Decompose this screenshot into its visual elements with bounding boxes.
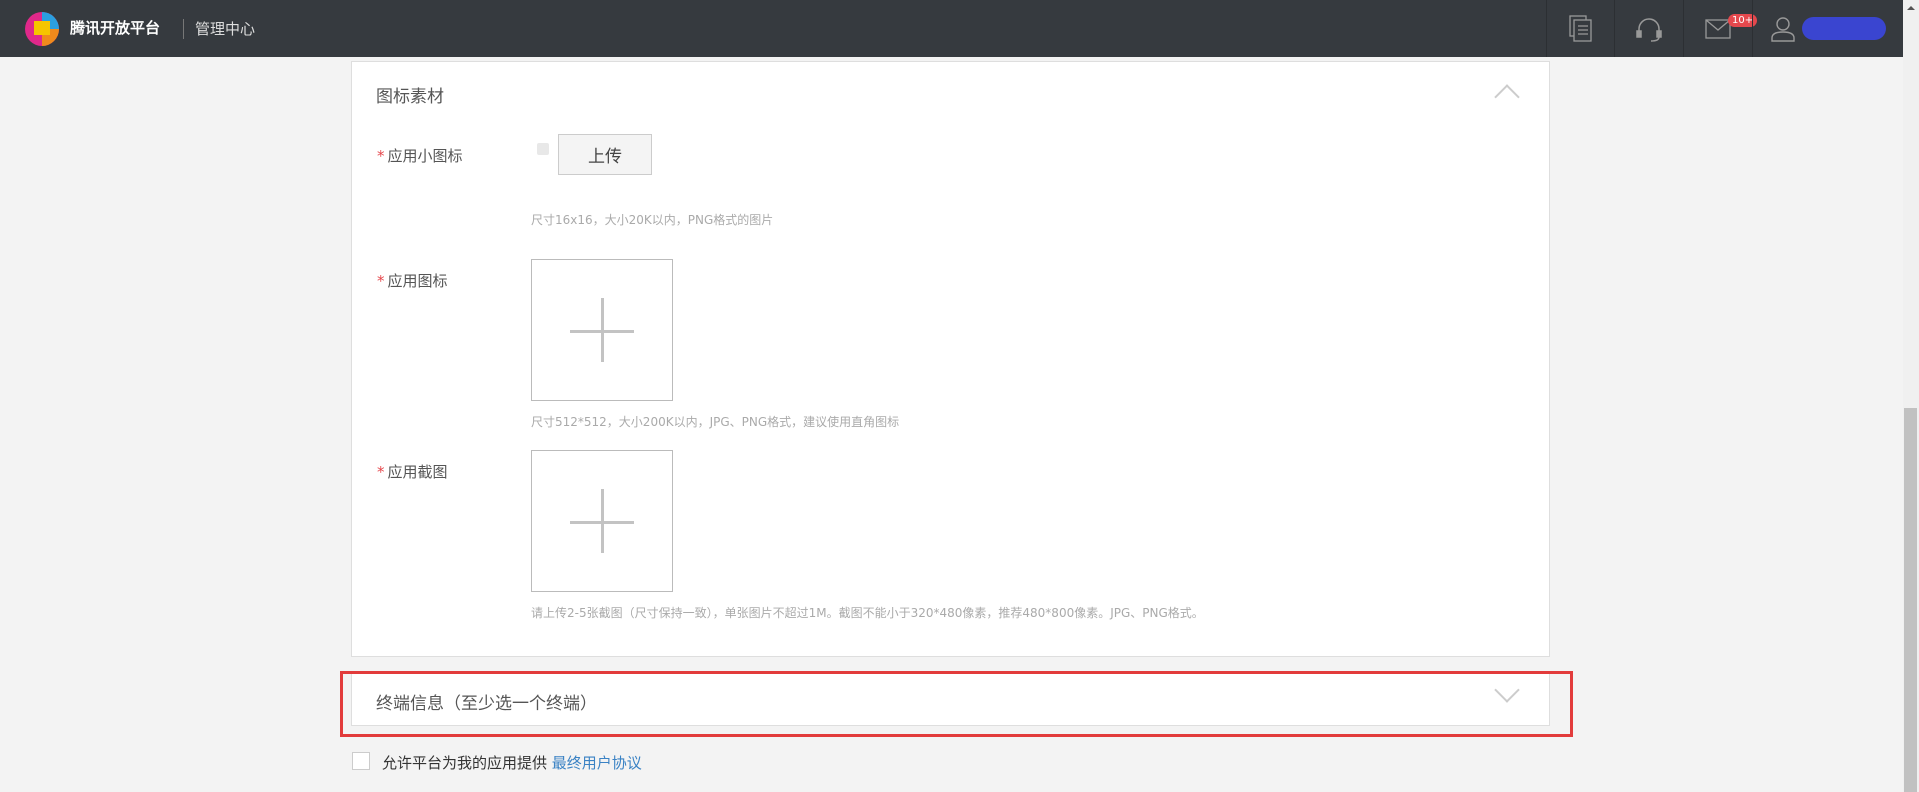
chevron-up-icon[interactable] bbox=[1494, 84, 1520, 110]
app-icon-hint: 尺寸512*512，大小200K以内，JPG、PNG格式，建议使用直角图标 bbox=[531, 415, 900, 429]
screenshot-upload-box[interactable] bbox=[531, 450, 673, 592]
divider bbox=[183, 19, 184, 39]
tencent-logo[interactable] bbox=[22, 10, 62, 48]
agreement-label: 允许平台为我的应用提供 bbox=[382, 754, 548, 772]
icon-assets-panel: 图标素材 * 应用小图标 上传 尺寸16x16，大小20K以内，PNG格式的图片 … bbox=[351, 61, 1550, 657]
top-nav-bar: 腾讯开放平台 管理中心 10+ bbox=[0, 0, 1903, 57]
messages-button[interactable]: 10+ bbox=[1683, 0, 1758, 57]
required-mark: * bbox=[377, 272, 385, 290]
small-icon-preview bbox=[537, 143, 549, 155]
agreement-text: 允许平台为我的应用提供 最终用户协议 bbox=[382, 752, 1082, 773]
section-title: 管理中心 bbox=[195, 20, 256, 38]
redacted-username bbox=[1802, 17, 1886, 40]
upload-button[interactable]: 上传 bbox=[558, 134, 652, 175]
required-mark: * bbox=[377, 147, 385, 165]
app-icon-upload-box[interactable] bbox=[531, 259, 673, 401]
app-icon-label: * 应用图标 bbox=[377, 270, 527, 291]
screenshots-label: * 应用截图 bbox=[377, 461, 527, 482]
agreement-checkbox[interactable] bbox=[352, 752, 370, 770]
support-button[interactable] bbox=[1614, 0, 1683, 57]
panel-title: 图标素材 bbox=[376, 87, 444, 107]
label-text: 应用小图标 bbox=[387, 147, 463, 165]
highlight-box bbox=[340, 671, 1573, 737]
docs-icon bbox=[1568, 14, 1592, 42]
scroll-up-icon[interactable] bbox=[1907, 6, 1915, 10]
eula-link[interactable]: 最终用户协议 bbox=[552, 754, 642, 772]
docs-button[interactable] bbox=[1546, 0, 1614, 57]
required-mark: * bbox=[377, 463, 385, 481]
support-headset-icon bbox=[1636, 17, 1662, 42]
small-icon-hint: 尺寸16x16，大小20K以内，PNG格式的图片 bbox=[531, 213, 774, 227]
scrollbar-thumb[interactable] bbox=[1904, 408, 1917, 792]
label-text: 应用图标 bbox=[387, 272, 448, 290]
brand-name[interactable]: 腾讯开放平台 bbox=[70, 17, 180, 38]
user-icon bbox=[1771, 16, 1795, 42]
small-icon-label: * 应用小图标 bbox=[377, 145, 527, 166]
label-text: 应用截图 bbox=[387, 463, 448, 481]
screenshots-hint: 请上传2-5张截图（尺寸保持一致），单张图片不超过1M。截图不能小于320*48… bbox=[531, 606, 1204, 620]
